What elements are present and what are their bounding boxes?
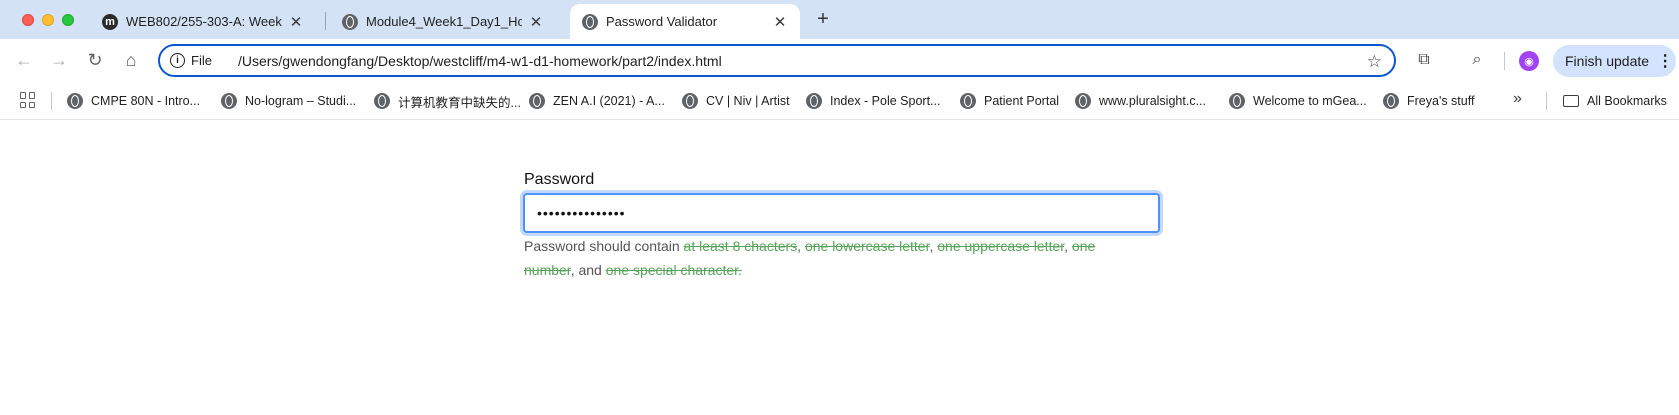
- close-icon[interactable]: ✕: [528, 14, 544, 31]
- bookmark-item[interactable]: No-logram – Studi...: [221, 92, 356, 110]
- password-label: Password: [524, 171, 595, 188]
- bookmark-item[interactable]: www.pluralsight.c...: [1075, 92, 1206, 110]
- chevron-double-right-icon[interactable]: »: [1513, 90, 1522, 108]
- requirement-min-length: at least 8 chacters: [683, 238, 798, 254]
- hint-separator: ,: [1064, 238, 1072, 254]
- globe-icon: [1075, 93, 1091, 109]
- bookmark-label: www.pluralsight.c...: [1099, 94, 1206, 108]
- bookmark-item[interactable]: ZEN A.I (2021) - A...: [529, 92, 665, 110]
- browser-toolbar: ← → ↻ ⌂ i File /Users/gwendongfang/Deskt…: [0, 39, 1679, 82]
- extensions-puzzle-icon[interactable]: ⧉: [1412, 48, 1436, 72]
- tab-search-icon[interactable]: ⌕: [1465, 48, 1489, 72]
- password-requirements-hint: Password should contain at least 8 chact…: [524, 234, 1144, 282]
- close-icon[interactable]: ✕: [288, 14, 304, 31]
- bookmark-item[interactable]: Freya's stuff: [1383, 92, 1474, 110]
- profile-avatar[interactable]: ◉: [1519, 51, 1539, 71]
- tab-module4[interactable]: Module4_Week1_Day1_Home ✕: [330, 4, 556, 39]
- forward-arrow-icon[interactable]: →: [46, 47, 72, 73]
- bookmark-label: No-logram – Studi...: [245, 94, 357, 108]
- bookmark-item[interactable]: Welcome to mGea...: [1229, 92, 1367, 110]
- requirement-uppercase: one uppercase letter: [937, 238, 1065, 254]
- tab-title: Module4_Week1_Day1_Home: [366, 14, 522, 29]
- requirement-special-char: one special character.: [605, 262, 742, 278]
- globe-icon: [806, 93, 822, 109]
- bookmarks-divider: [51, 92, 52, 110]
- apps-grid-icon[interactable]: [20, 92, 36, 108]
- globe-icon: [221, 93, 237, 109]
- maximize-window-button[interactable]: [62, 14, 74, 26]
- toolbar-divider: [1504, 52, 1505, 70]
- tab-divider: [325, 12, 326, 30]
- globe-icon: [67, 93, 83, 109]
- kebab-menu-icon: ⋮: [1657, 53, 1674, 70]
- bookmark-label: Freya's stuff: [1407, 94, 1475, 108]
- bookmark-label: Index - Pole Sport...: [830, 94, 941, 108]
- globe-icon: [1383, 93, 1399, 109]
- globe-icon: [582, 13, 598, 30]
- finish-update-label: Finish update: [1565, 53, 1650, 69]
- address-bar[interactable]: i File /Users/gwendongfang/Desktop/westc…: [158, 44, 1396, 77]
- tab-title: WEB802/255-303-A: Week 5: [126, 14, 282, 29]
- globe-icon: [342, 13, 358, 30]
- url-scheme-label: File: [191, 53, 212, 68]
- moodle-m-icon: m: [102, 13, 118, 30]
- back-arrow-icon[interactable]: ←: [11, 47, 37, 73]
- finish-update-button[interactable]: Finish update ⋮: [1553, 45, 1676, 77]
- url-text[interactable]: /Users/gwendongfang/Desktop/westcliff/m4…: [238, 53, 722, 69]
- bookmark-label: CV | Niv | Artist: [706, 94, 790, 108]
- password-input[interactable]: •••••••••••••••: [523, 193, 1160, 233]
- page-content: Password ••••••••••••••• Password should…: [0, 121, 1679, 415]
- minimize-window-button[interactable]: [42, 14, 54, 26]
- reload-icon[interactable]: ↻: [82, 47, 108, 73]
- bookmark-item[interactable]: 计算机教育中缺失的...: [374, 92, 521, 110]
- bookmark-label: ZEN A.I (2021) - A...: [553, 94, 665, 108]
- bookmark-label: 计算机教育中缺失的...: [398, 95, 521, 110]
- all-bookmarks-button[interactable]: All Bookmarks: [1563, 92, 1667, 110]
- tab-password-validator[interactable]: Password Validator ✕: [570, 4, 800, 39]
- bookmark-star-icon[interactable]: ☆: [1367, 52, 1382, 72]
- hint-separator: ,: [797, 238, 805, 254]
- globe-icon: [960, 93, 976, 109]
- bookmarks-bar: CMPE 80N - Intro... No-logram – Studi...…: [0, 82, 1679, 120]
- globe-icon: [682, 93, 698, 109]
- bookmarks-divider: [1546, 92, 1547, 110]
- globe-icon: [529, 93, 545, 109]
- tab-title: Password Validator: [606, 14, 718, 29]
- close-icon[interactable]: ✕: [772, 14, 788, 31]
- folder-icon: [1563, 95, 1579, 107]
- bookmark-item[interactable]: CV | Niv | Artist: [682, 92, 790, 110]
- globe-icon: [1229, 93, 1245, 109]
- globe-icon: [374, 93, 390, 109]
- close-window-button[interactable]: [22, 14, 34, 26]
- bookmark-label: Welcome to mGea...: [1253, 94, 1367, 108]
- all-bookmarks-label: All Bookmarks: [1587, 94, 1667, 108]
- hint-separator: , and: [570, 262, 606, 278]
- requirement-lowercase: one lowercase letter: [804, 238, 930, 254]
- bookmark-label: Patient Portal: [984, 94, 1060, 108]
- home-icon[interactable]: ⌂: [118, 47, 144, 73]
- bookmark-item[interactable]: Patient Portal: [960, 92, 1059, 110]
- info-icon[interactable]: i: [170, 53, 185, 68]
- hint-prefix: Password should contain: [524, 238, 684, 254]
- bookmark-item[interactable]: CMPE 80N - Intro...: [67, 92, 200, 110]
- tab-web802[interactable]: m WEB802/255-303-A: Week 5 ✕: [90, 4, 316, 39]
- new-tab-button[interactable]: +: [812, 8, 834, 30]
- bookmark-label: CMPE 80N - Intro...: [91, 94, 201, 108]
- tab-strip: m WEB802/255-303-A: Week 5 ✕ Module4_Wee…: [0, 0, 1679, 39]
- bookmark-item[interactable]: Index - Pole Sport...: [806, 92, 940, 110]
